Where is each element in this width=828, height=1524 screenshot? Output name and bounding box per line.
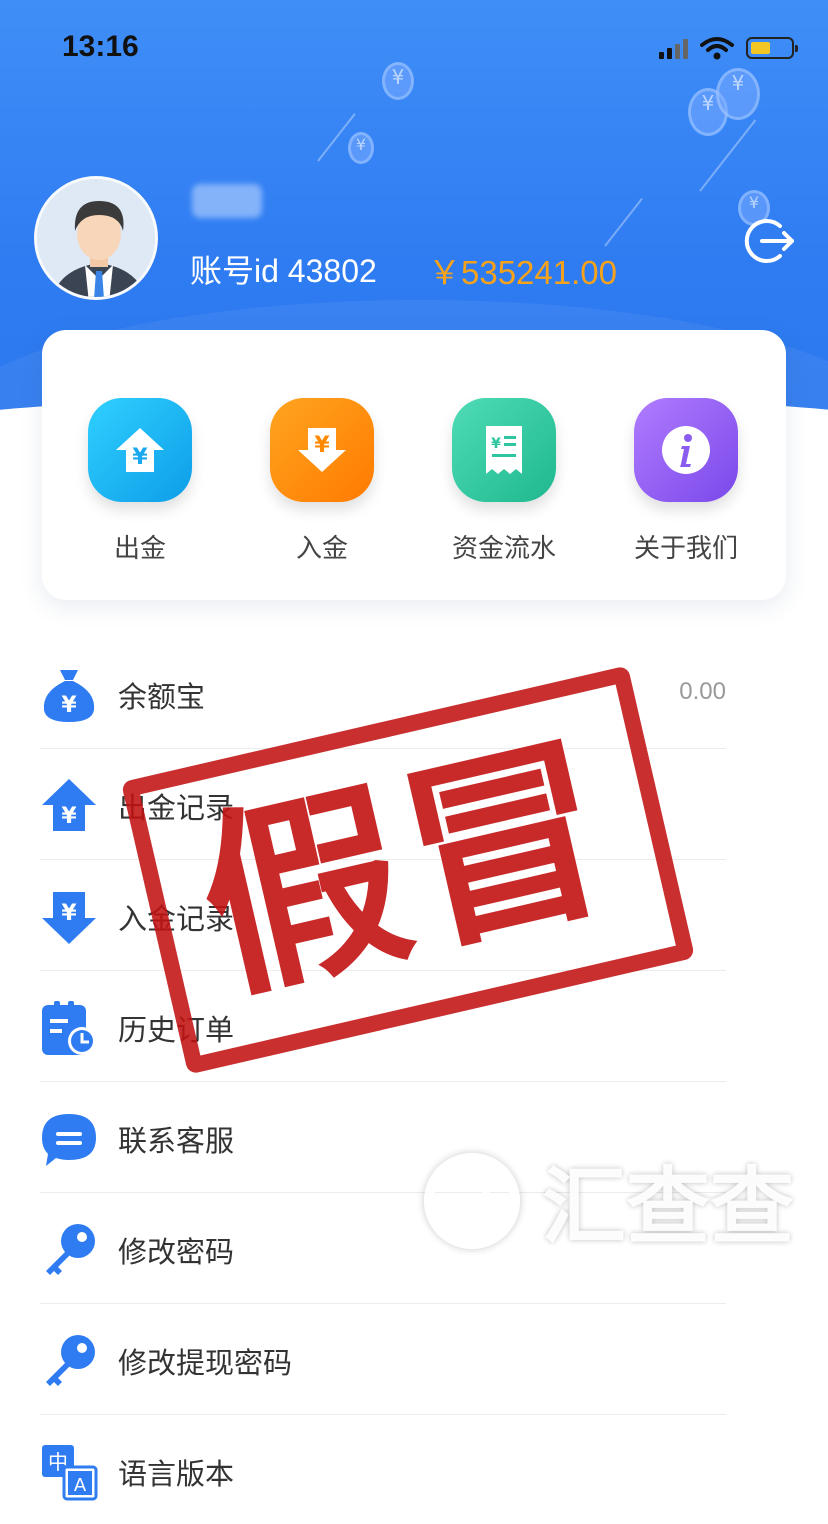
fund-flow-label: 资金流水 xyxy=(451,534,556,564)
list-item-label: 历史订单 xyxy=(118,1013,235,1047)
withdraw-button[interactable]: ¥ 出金 xyxy=(80,398,200,565)
account-id: 账号id 43802 xyxy=(190,253,377,289)
svg-text:A: A xyxy=(74,1475,87,1496)
status-icons xyxy=(659,36,798,60)
list-item-label: 语言版本 xyxy=(118,1457,235,1491)
deposit-label: 入金 xyxy=(295,534,348,564)
about-us-button[interactable]: 关于我们 xyxy=(626,398,746,565)
deposit-icon: ¥ xyxy=(270,398,374,502)
user-name-blurred xyxy=(192,184,262,218)
signal-icon xyxy=(659,37,688,59)
key-icon xyxy=(46,1224,95,1275)
info-icon xyxy=(634,398,738,502)
coin-decoration: ¥ xyxy=(382,62,414,100)
list-item-withdraw-record[interactable]: ¥ 出金记录 xyxy=(40,749,726,860)
streak-decoration xyxy=(604,198,643,247)
about-us-label: 关于我们 xyxy=(633,534,738,564)
receipt-icon: ¥ xyxy=(452,398,556,502)
account-balance: ￥535241.00 xyxy=(428,254,617,291)
wifi-icon xyxy=(700,37,734,60)
quick-actions-card: ¥ 出金 ¥ 入金 ¥ 资金流水 关于我们 xyxy=(42,330,786,600)
list-item-language[interactable]: 中A 语言版本 xyxy=(40,1415,726,1524)
list-item-change-password[interactable]: 修改密码 xyxy=(40,1193,726,1304)
list-item-label: 出金记录 xyxy=(118,791,235,825)
battery-icon xyxy=(746,37,798,59)
list-item-history-order[interactable]: 历史订单 xyxy=(40,971,726,1082)
list-item-change-withdraw-password[interactable]: 修改提现密码 xyxy=(40,1304,726,1415)
yuebao-balance: 0.00 xyxy=(679,678,726,705)
svg-text:¥: ¥ xyxy=(132,445,148,470)
fund-flow-button[interactable]: ¥ 资金流水 xyxy=(444,398,564,565)
withdraw-label: 出金 xyxy=(113,534,166,564)
status-time: 13:16 xyxy=(62,30,139,63)
menu-list: ¥ 余额宝 0.00 ¥ 出金记录 ¥ 入金记录 历史订单 联系客服 修改密码 … xyxy=(40,638,726,1524)
svg-text:¥: ¥ xyxy=(314,433,330,458)
list-item-label: 联系客服 xyxy=(118,1124,235,1158)
withdraw-record-icon: ¥ xyxy=(42,779,96,831)
language-icon: 中A xyxy=(42,1445,98,1501)
list-item-label: 入金记录 xyxy=(118,902,235,936)
deposit-record-icon: ¥ xyxy=(42,892,96,944)
svg-text:¥: ¥ xyxy=(491,436,501,452)
chat-icon xyxy=(42,1114,96,1166)
logout-icon[interactable] xyxy=(742,214,796,268)
withdraw-icon: ¥ xyxy=(88,398,192,502)
history-order-icon xyxy=(42,1001,96,1055)
list-item-label: 修改密码 xyxy=(118,1235,235,1269)
list-item-contact-service[interactable]: 联系客服 xyxy=(40,1082,726,1193)
list-item-yuebao[interactable]: ¥ 余额宝 0.00 xyxy=(40,638,726,749)
deposit-button[interactable]: ¥ 入金 xyxy=(262,398,382,565)
list-item-deposit-record[interactable]: ¥ 入金记录 xyxy=(40,860,726,971)
svg-text:¥: ¥ xyxy=(61,693,77,718)
coin-decoration: ¥ xyxy=(348,132,374,164)
avatar[interactable] xyxy=(34,176,158,300)
list-item-label: 修改提现密码 xyxy=(118,1346,293,1380)
list-item-label: 余额宝 xyxy=(118,680,206,714)
money-bag-icon: ¥ xyxy=(43,670,95,722)
key-icon xyxy=(46,1335,95,1386)
coin-decoration: ¥ xyxy=(716,68,760,120)
svg-text:¥: ¥ xyxy=(61,901,77,926)
svg-text:¥: ¥ xyxy=(61,804,77,829)
